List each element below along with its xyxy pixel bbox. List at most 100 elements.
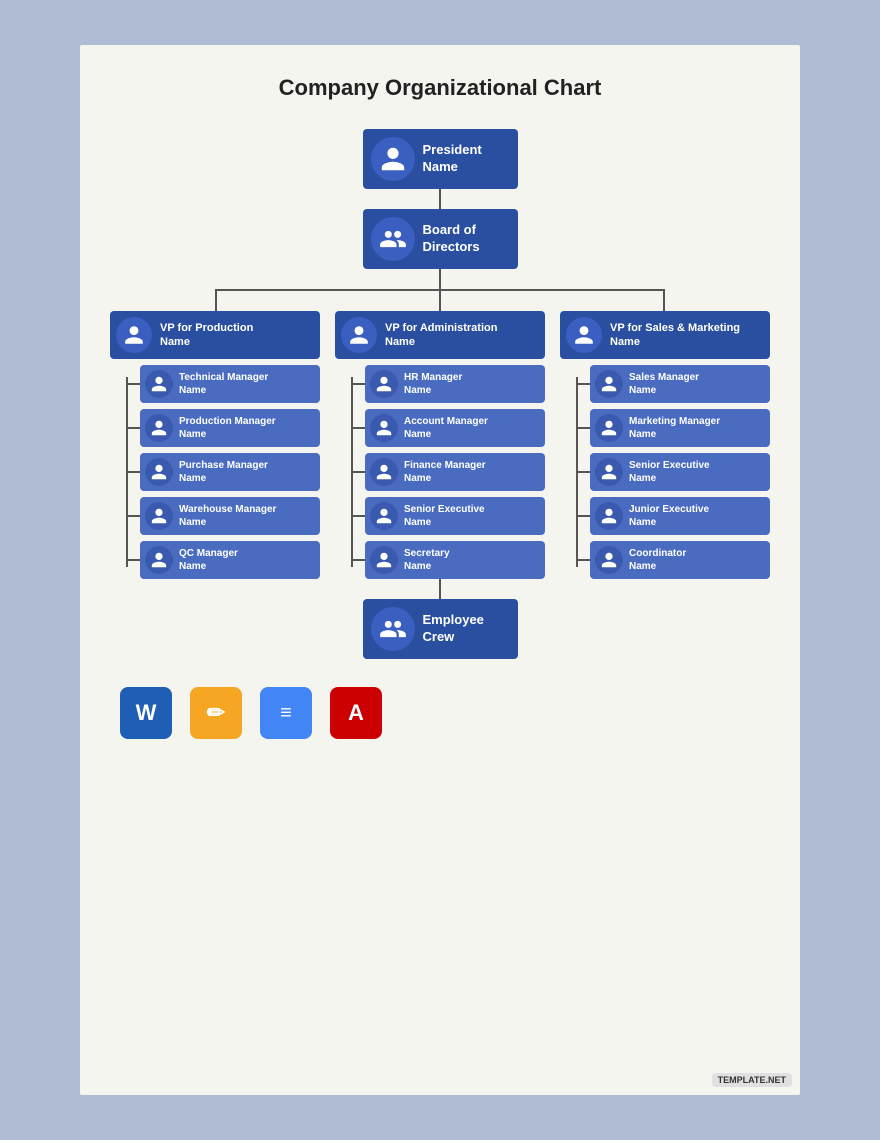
sub-box[interactable]: Marketing ManagerName bbox=[590, 409, 770, 447]
sub-box[interactable]: SecretaryName bbox=[365, 541, 545, 579]
sub-box[interactable]: QC ManagerName bbox=[140, 541, 320, 579]
list-item: Finance ManagerName bbox=[351, 453, 545, 491]
sub-box[interactable]: Sales ManagerName bbox=[590, 365, 770, 403]
vp-sales-icon bbox=[566, 317, 602, 353]
sub-text: CoordinatorName bbox=[629, 547, 686, 573]
word-icon[interactable]: W bbox=[120, 687, 172, 739]
h-connector bbox=[126, 471, 140, 473]
col2-sublist: HR ManagerName Account ManagerName Finan… bbox=[351, 365, 545, 579]
list-item: Junior ExecutiveName bbox=[576, 497, 770, 535]
h-connector bbox=[351, 559, 365, 561]
pdf-icon[interactable]: A bbox=[330, 687, 382, 739]
sub-box[interactable]: Purchase ManagerName bbox=[140, 453, 320, 491]
president-icon bbox=[371, 137, 415, 181]
board-text: Board of Directors bbox=[423, 222, 480, 256]
sub-box[interactable]: Technical ManagerName bbox=[140, 365, 320, 403]
col2-items: HR ManagerName Account ManagerName Finan… bbox=[351, 365, 545, 579]
list-item: Senior ExecutiveName bbox=[576, 453, 770, 491]
h-connector bbox=[576, 471, 590, 473]
sub-box[interactable]: CoordinatorName bbox=[590, 541, 770, 579]
sub-text: Marketing ManagerName bbox=[629, 415, 720, 441]
col1-items: Technical ManagerName Production Manager… bbox=[126, 365, 320, 579]
employee-crew-text: Employee Crew bbox=[423, 612, 484, 646]
president-text: President Name bbox=[423, 142, 482, 176]
sub-text: Warehouse ManagerName bbox=[179, 503, 276, 529]
sub-icon bbox=[145, 458, 173, 486]
vp-sales-text: VP for Sales & Marketing Name bbox=[610, 321, 740, 350]
sub-icon bbox=[595, 458, 623, 486]
sub-text: Account ManagerName bbox=[404, 415, 488, 441]
board-node: Board of Directors bbox=[363, 209, 518, 289]
sub-text: Junior ExecutiveName bbox=[629, 503, 709, 529]
sub-box[interactable]: Junior ExecutiveName bbox=[590, 497, 770, 535]
vp-admin-text: VP for Administration Name bbox=[385, 321, 497, 350]
sub-icon bbox=[370, 458, 398, 486]
sub-text: Sales ManagerName bbox=[629, 371, 699, 397]
h-connector bbox=[576, 383, 590, 385]
connector-to-crew bbox=[439, 579, 441, 599]
vp-admin-box[interactable]: VP for Administration Name bbox=[335, 311, 545, 359]
employee-crew-box[interactable]: Employee Crew bbox=[363, 599, 518, 659]
pages-icon[interactable]: ✏ bbox=[190, 687, 242, 739]
connector-board-vp bbox=[439, 269, 441, 289]
sub-icon bbox=[370, 370, 398, 398]
board-box[interactable]: Board of Directors bbox=[363, 209, 518, 269]
vp-sales-box[interactable]: VP for Sales & Marketing Name bbox=[560, 311, 770, 359]
sub-box[interactable]: Senior ExecutiveName bbox=[365, 497, 545, 535]
sub-icon bbox=[145, 370, 173, 398]
bottom-connector: Employee Crew bbox=[110, 579, 770, 659]
col-production: VP for Production Name Technical Manager… bbox=[110, 311, 320, 579]
sub-box[interactable]: Account ManagerName bbox=[365, 409, 545, 447]
h-connector bbox=[351, 471, 365, 473]
sub-icon bbox=[595, 546, 623, 574]
three-col: VP for Production Name Technical Manager… bbox=[110, 289, 770, 579]
h-connector bbox=[351, 427, 365, 429]
col3-items: Sales ManagerName Marketing ManagerName … bbox=[576, 365, 770, 579]
col3-sublist: Sales ManagerName Marketing ManagerName … bbox=[576, 365, 770, 579]
president-box[interactable]: President Name bbox=[363, 129, 518, 189]
docs-icon[interactable]: ≡ bbox=[260, 687, 312, 739]
sub-box[interactable]: Finance ManagerName bbox=[365, 453, 545, 491]
sub-icon bbox=[145, 502, 173, 530]
h-connector bbox=[126, 427, 140, 429]
vp-production-box[interactable]: VP for Production Name bbox=[110, 311, 320, 359]
h-connector bbox=[126, 515, 140, 517]
sub-icon bbox=[370, 414, 398, 442]
page-title: Company Organizational Chart bbox=[279, 75, 602, 101]
list-item: SecretaryName bbox=[351, 541, 545, 579]
h-connector bbox=[351, 515, 365, 517]
list-item: Account ManagerName bbox=[351, 409, 545, 447]
list-item: Production ManagerName bbox=[126, 409, 320, 447]
h-connector bbox=[126, 383, 140, 385]
h-connector bbox=[576, 427, 590, 429]
sub-box[interactable]: Warehouse ManagerName bbox=[140, 497, 320, 535]
sub-box[interactable]: HR ManagerName bbox=[365, 365, 545, 403]
col2-vline bbox=[351, 377, 353, 567]
sub-text: SecretaryName bbox=[404, 547, 450, 573]
vp-production-text: VP for Production Name bbox=[160, 321, 253, 350]
connector-pres-board bbox=[439, 189, 441, 209]
col1-sublist: Technical ManagerName Production Manager… bbox=[126, 365, 320, 579]
list-item: Technical ManagerName bbox=[126, 365, 320, 403]
employee-crew-icon bbox=[371, 607, 415, 651]
template-badge: TEMPLATE.NET bbox=[712, 1073, 792, 1087]
sub-box[interactable]: Senior ExecutiveName bbox=[590, 453, 770, 491]
col-admin: VP for Administration Name HR ManagerNam… bbox=[335, 311, 545, 579]
sub-text: Senior ExecutiveName bbox=[629, 459, 710, 485]
list-item: Sales ManagerName bbox=[576, 365, 770, 403]
vp-production-icon bbox=[116, 317, 152, 353]
list-item: Senior ExecutiveName bbox=[351, 497, 545, 535]
list-item: QC ManagerName bbox=[126, 541, 320, 579]
sub-icon bbox=[145, 414, 173, 442]
sub-text: QC ManagerName bbox=[179, 547, 238, 573]
sub-text: HR ManagerName bbox=[404, 371, 462, 397]
board-icon bbox=[371, 217, 415, 261]
sub-box[interactable]: Production ManagerName bbox=[140, 409, 320, 447]
h-connector bbox=[576, 559, 590, 561]
sub-text: Purchase ManagerName bbox=[179, 459, 268, 485]
h-connector bbox=[351, 383, 365, 385]
vp-admin-icon bbox=[341, 317, 377, 353]
sub-text: Production ManagerName bbox=[179, 415, 276, 441]
h-connector bbox=[126, 559, 140, 561]
sub-text: Technical ManagerName bbox=[179, 371, 268, 397]
